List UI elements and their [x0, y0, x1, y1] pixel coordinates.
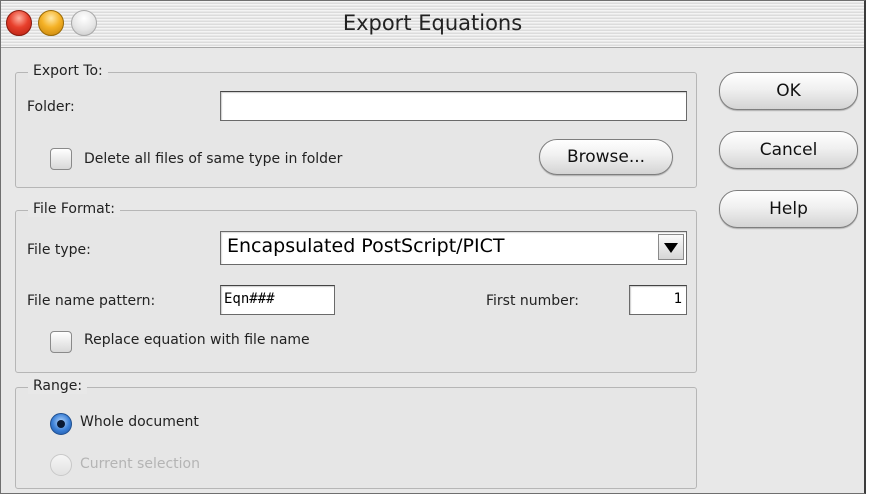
export-to-group: Export To: Folder: Delete all files of s…	[15, 63, 697, 188]
window-title: Export Equations	[342, 11, 523, 35]
file-name-pattern-input[interactable]: Eqn###	[220, 285, 335, 315]
replace-equation-checkbox[interactable]	[50, 331, 72, 353]
help-button[interactable]: Help	[719, 190, 858, 228]
file-type-label: File type:	[27, 242, 91, 258]
current-selection-label: Current selection	[80, 456, 200, 472]
file-name-pattern-label: File name pattern:	[27, 293, 156, 309]
current-selection-radio[interactable]	[50, 454, 72, 476]
folder-input[interactable]	[220, 91, 687, 121]
first-number-label: First number:	[486, 293, 580, 309]
file-format-group: File Format: File type: Encapsulated Pos…	[15, 201, 697, 373]
delete-files-checkbox[interactable]	[50, 148, 72, 170]
whole-document-label: Whole document	[80, 414, 199, 430]
range-legend: Range:	[28, 378, 88, 394]
folder-label: Folder:	[27, 99, 75, 115]
delete-files-label: Delete all files of same type in folder	[84, 151, 343, 167]
export-equations-dialog: Export Equations Export To: Folder: Dele…	[0, 0, 866, 494]
file-type-value: Encapsulated PostScript/PICT	[227, 235, 505, 257]
export-to-legend: Export To:	[28, 63, 108, 79]
file-format-legend: File Format:	[28, 201, 120, 217]
file-type-select[interactable]: Encapsulated PostScript/PICT	[220, 231, 687, 265]
title-bar[interactable]: Export Equations	[1, 1, 864, 48]
range-group: Range: Whole document Current selection	[15, 378, 697, 489]
first-number-input[interactable]: 1	[629, 285, 687, 315]
cancel-button[interactable]: Cancel	[719, 131, 858, 169]
ok-button[interactable]: OK	[719, 72, 858, 110]
browse-button[interactable]: Browse...	[539, 139, 673, 175]
replace-equation-label: Replace equation with file name	[84, 332, 310, 348]
whole-document-radio[interactable]	[50, 413, 72, 435]
chevron-down-icon[interactable]	[658, 234, 684, 260]
